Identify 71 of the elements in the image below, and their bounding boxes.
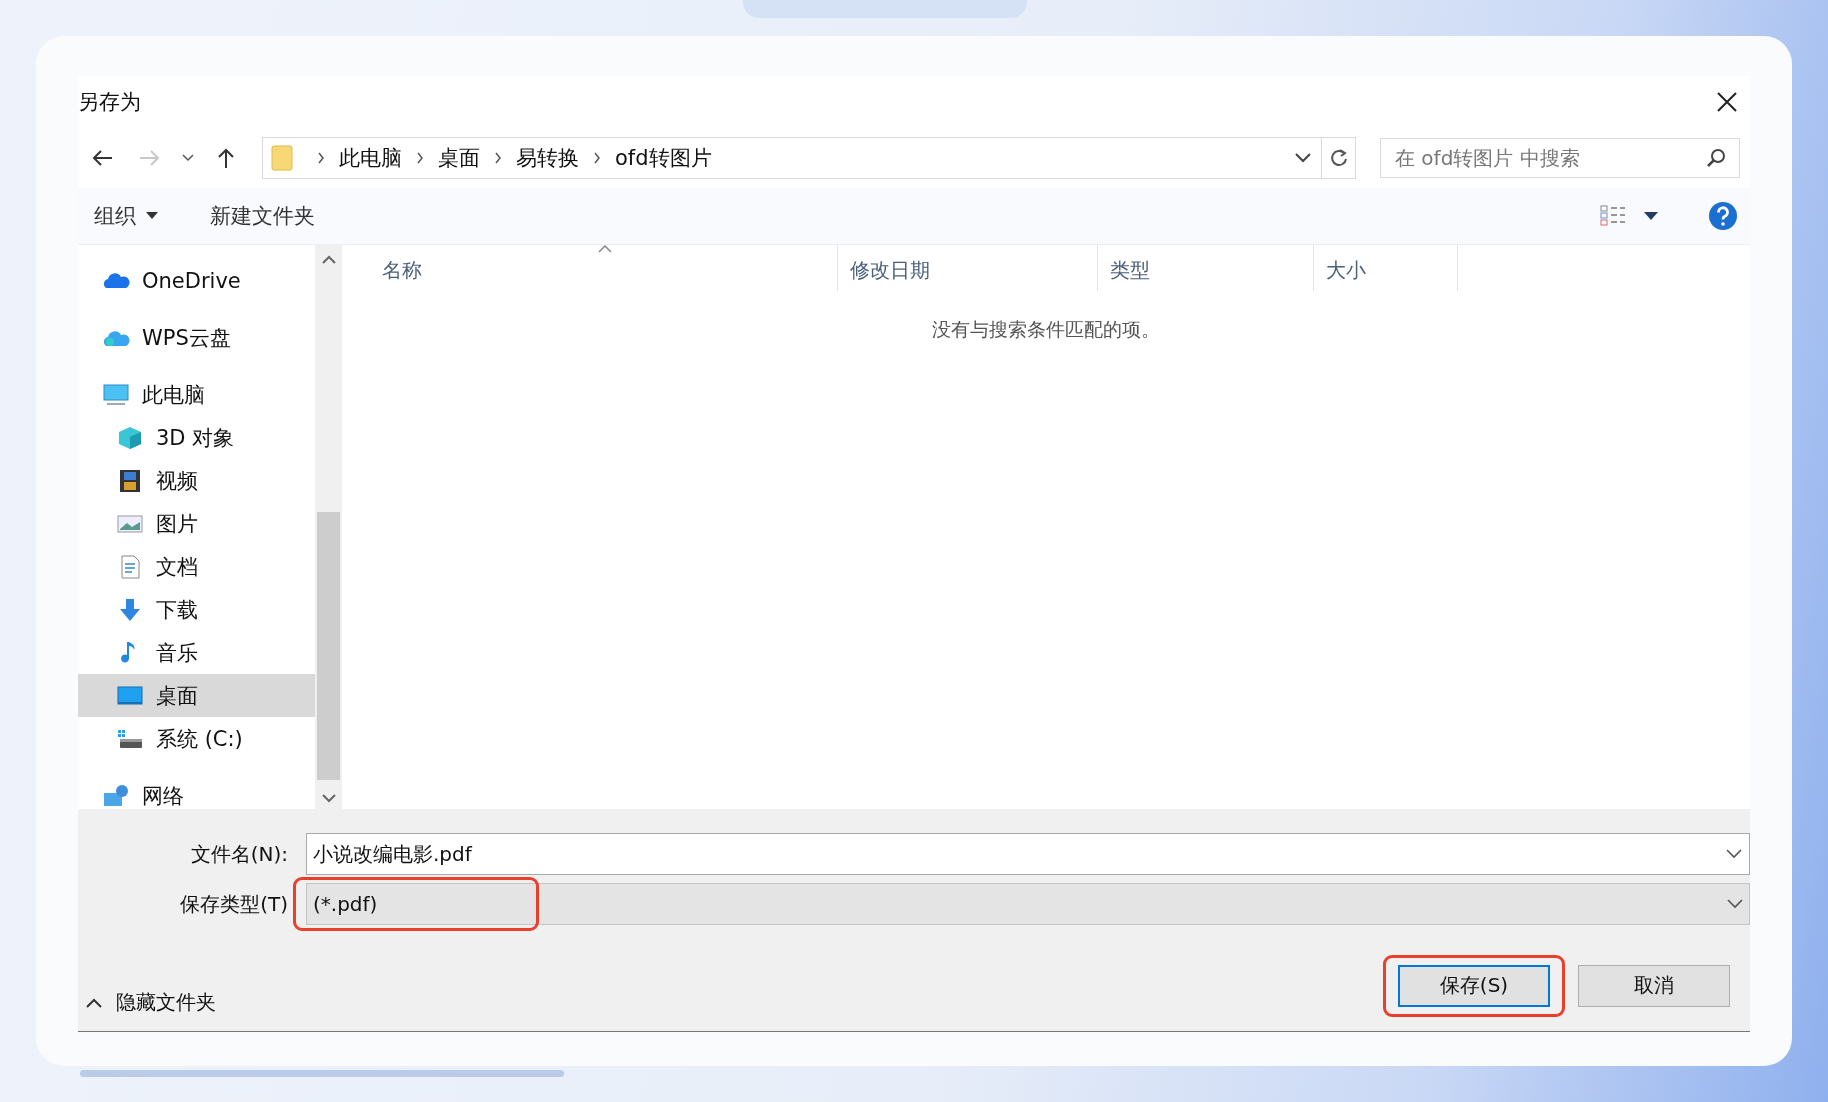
filename-label: 文件名(N): [189,840,289,868]
sidebar-item[interactable]: 桌面 [78,674,315,717]
help-button[interactable] [1708,201,1738,231]
cube-icon [116,424,144,451]
sidebar-label: 文档 [156,553,198,581]
network-icon [102,782,130,809]
close-button[interactable] [1716,91,1738,113]
empty-message: 没有与搜索条件匹配的项。 [931,317,1161,342]
scrollbar-thumb[interactable] [317,512,340,780]
hide-folders-button[interactable]: 隐藏文件夹 [86,989,216,1016]
dropdown-icon[interactable] [1295,153,1311,163]
column-header[interactable]: 修改日期 [838,245,1098,291]
column-header[interactable]: 大小 [1314,245,1458,291]
sidebar-label: 桌面 [156,682,198,710]
sidebar-item[interactable]: OneDrive [78,259,315,302]
sidebar-item[interactable]: 视频 [78,459,315,502]
column-header[interactable]: 名称 [342,245,838,291]
sidebar-item[interactable]: 图片 [78,502,315,545]
chevron-icon [416,152,424,164]
chevron-icon [317,152,325,164]
sidebar-item[interactable]: 音乐 [78,631,315,674]
sidebar-label: 此电脑 [142,381,205,409]
sidebar-label: 图片 [156,510,198,538]
column-header[interactable]: 类型 [1098,245,1314,291]
forward-arrow-icon [139,149,161,167]
sidebar-item[interactable]: WPS云盘 [78,316,315,359]
breadcrumb-item[interactable]: 易转换 [516,144,579,172]
dropdown-icon[interactable] [1726,849,1742,859]
sidebar-label: 下载 [156,596,198,624]
filetype-label: 保存类型(T) [179,890,289,918]
sidebar-label: WPS云盘 [142,324,231,352]
search-field[interactable]: 在 ofd转图片 中搜索 [1380,138,1740,178]
scrollbar[interactable] [315,245,342,809]
filename-field[interactable]: 小说改编电影.pdf [306,833,1750,875]
monitor-icon [102,381,130,408]
sidebar-label: 3D 对象 [156,424,235,452]
dialog-button[interactable]: 保存(S) [1398,964,1550,1007]
sidebar-item[interactable]: 3D 对象 [78,416,315,459]
sidebar-label: 系统 (C:) [156,725,243,753]
chevron-icon [494,152,502,164]
refresh-icon [1328,148,1349,168]
organize-button[interactable]: 组织 [94,202,158,230]
search-icon [1706,148,1726,168]
window-title: 另存为 [78,89,141,116]
scroll-up-icon[interactable] [321,255,336,264]
up-arrow-icon [217,147,235,169]
sidebar-item[interactable]: 网络 [78,774,315,809]
dialog-button[interactable]: 取消 [1578,964,1730,1007]
folder-icon [271,145,293,171]
caret-icon [146,212,158,220]
sidebar-item[interactable]: 系统 (C:) [78,717,315,760]
scroll-down-icon[interactable] [321,794,336,803]
caret-icon [86,997,102,1008]
caret-icon[interactable] [1644,211,1658,221]
sidebar-item[interactable]: 此电脑 [78,373,315,416]
sidebar-label: 音乐 [156,639,198,667]
sidebar-label: 视频 [156,467,198,495]
sidebar-label: OneDrive [142,268,241,293]
address-bar[interactable]: 此电脑 桌面 易转换 ofd转图片 [262,137,1356,179]
sidebar-item[interactable]: 文档 [78,545,315,588]
filetype-dropdown[interactable]: (*.pdf) [306,883,1750,925]
breadcrumb-item[interactable]: 桌面 [438,144,480,172]
breadcrumb-item[interactable]: 此电脑 [339,144,402,172]
chevron-icon [593,152,601,164]
new-folder-button[interactable]: 新建文件夹 [210,202,315,230]
sidebar-label: 网络 [142,782,184,809]
dropdown-icon[interactable] [1727,899,1743,909]
sidebar-item[interactable]: 下载 [78,588,315,631]
back-arrow-icon [91,149,113,167]
breadcrumb-item[interactable]: ofd转图片 [615,144,712,172]
view-options-button[interactable] [1600,205,1626,227]
